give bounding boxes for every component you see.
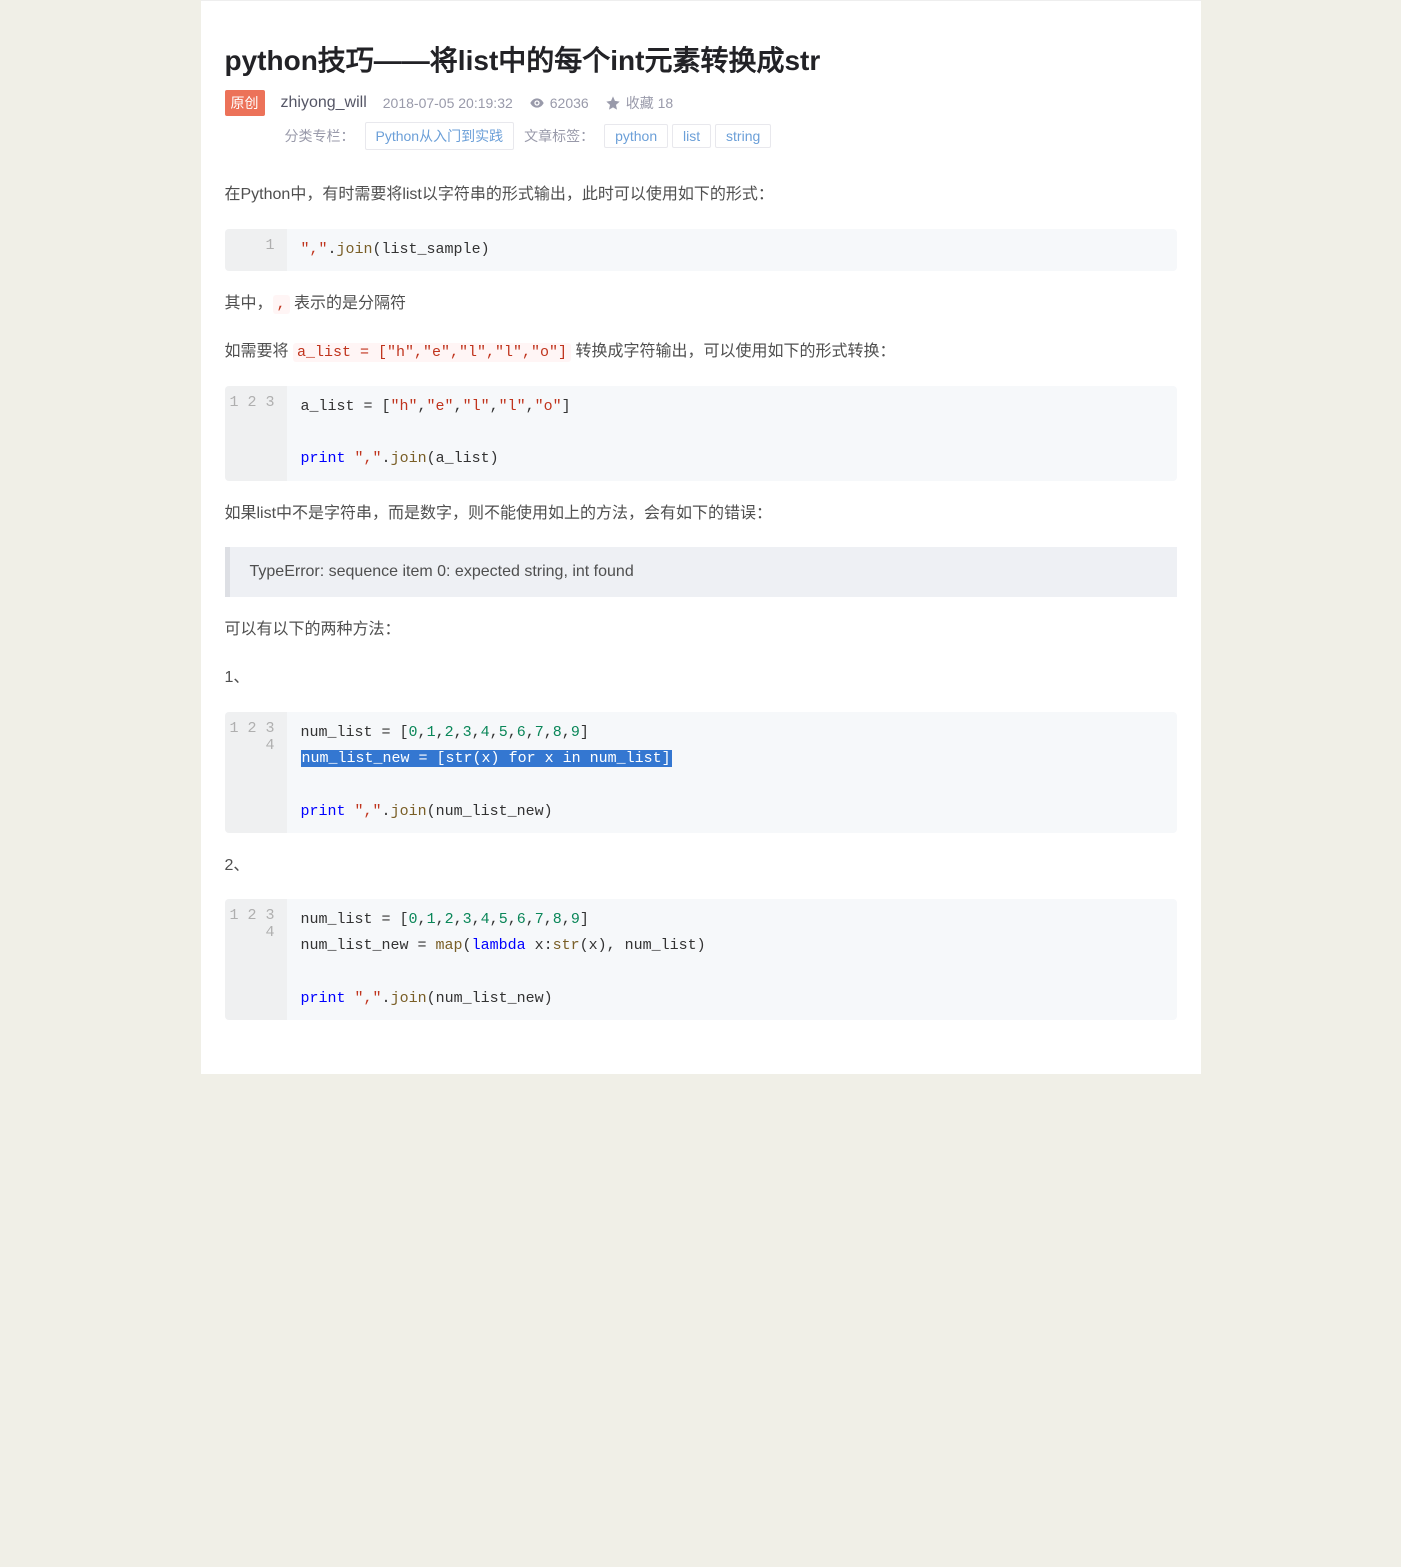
meta-row-2: 分类专栏： Python从入门到实践 文章标签： python list str… xyxy=(285,122,1177,150)
paragraph: 如需要将 a_list = ["h","e","l","l","o"] 转换成字… xyxy=(225,337,1177,368)
article-content: 在Python中，有时需要将list以字符串的形式输出，此时可以使用如下的形式：… xyxy=(225,180,1177,1020)
code-block-4: 1 2 3 4 num_list = [0,1,2,3,4,5,6,7,8,9]… xyxy=(225,899,1177,1020)
paragraph: 如果list中不是字符串，而是数字，则不能使用如上的方法，会有如下的错误： xyxy=(225,499,1177,529)
line-gutter: 1 2 3 4 xyxy=(225,712,287,833)
tag-link[interactable]: python xyxy=(604,124,668,148)
tag-link[interactable]: list xyxy=(672,124,711,148)
code-block-3: 1 2 3 4 num_list = [0,1,2,3,4,5,6,7,8,9]… xyxy=(225,712,1177,833)
category-label: 分类专栏： xyxy=(285,126,355,146)
line-gutter: 1 2 3 4 xyxy=(225,899,287,1020)
tags-label: 文章标签： xyxy=(524,126,594,146)
tag-link[interactable]: string xyxy=(715,124,771,148)
code-content[interactable]: num_list = [0,1,2,3,4,5,6,7,8,9]num_list… xyxy=(287,899,1177,1020)
line-gutter: 1 xyxy=(225,229,287,271)
code-content[interactable]: a_list = ["h","e","l","l","o"] print ","… xyxy=(287,386,1177,481)
star-icon xyxy=(605,95,621,111)
favorites[interactable]: 收藏 18 xyxy=(605,93,673,113)
code-content[interactable]: ",".join(list_sample) xyxy=(287,229,1177,271)
error-blockquote: TypeError: sequence item 0: expected str… xyxy=(225,547,1177,597)
paragraph: 2、 xyxy=(225,851,1177,881)
category-link[interactable]: Python从入门到实践 xyxy=(365,122,515,150)
code-block-1: 1 ",".join(list_sample) xyxy=(225,229,1177,271)
views: 62036 xyxy=(529,95,589,111)
article-title: python技巧——将list中的每个int元素转换成str xyxy=(225,41,1177,80)
original-badge: 原创 xyxy=(225,90,265,116)
fav-label: 收藏 18 xyxy=(626,93,673,113)
publish-time: 2018-07-05 20:19:32 xyxy=(383,95,513,111)
author-link[interactable]: zhiyong_will xyxy=(281,94,367,112)
article-page: python技巧——将list中的每个int元素转换成str 原创 zhiyon… xyxy=(201,0,1201,1074)
paragraph: 可以有以下的两种方法： xyxy=(225,615,1177,645)
line-gutter: 1 2 3 xyxy=(225,386,287,481)
meta-row: 原创 zhiyong_will 2018-07-05 20:19:32 6203… xyxy=(225,90,1177,116)
inline-code: , xyxy=(273,295,290,314)
inline-code: a_list = ["h","e","l","l","o"] xyxy=(293,343,571,362)
article-body: python技巧——将list中的每个int元素转换成str 原创 zhiyon… xyxy=(201,1,1201,1020)
code-content[interactable]: num_list = [0,1,2,3,4,5,6,7,8,9]num_list… xyxy=(287,712,1177,833)
paragraph: 在Python中，有时需要将list以字符串的形式输出，此时可以使用如下的形式： xyxy=(225,180,1177,210)
views-count: 62036 xyxy=(550,95,589,111)
paragraph: 1、 xyxy=(225,663,1177,693)
code-block-2: 1 2 3 a_list = ["h","e","l","l","o"] pri… xyxy=(225,386,1177,481)
paragraph: 其中，, 表示的是分隔符 xyxy=(225,289,1177,320)
eye-icon xyxy=(529,95,545,111)
